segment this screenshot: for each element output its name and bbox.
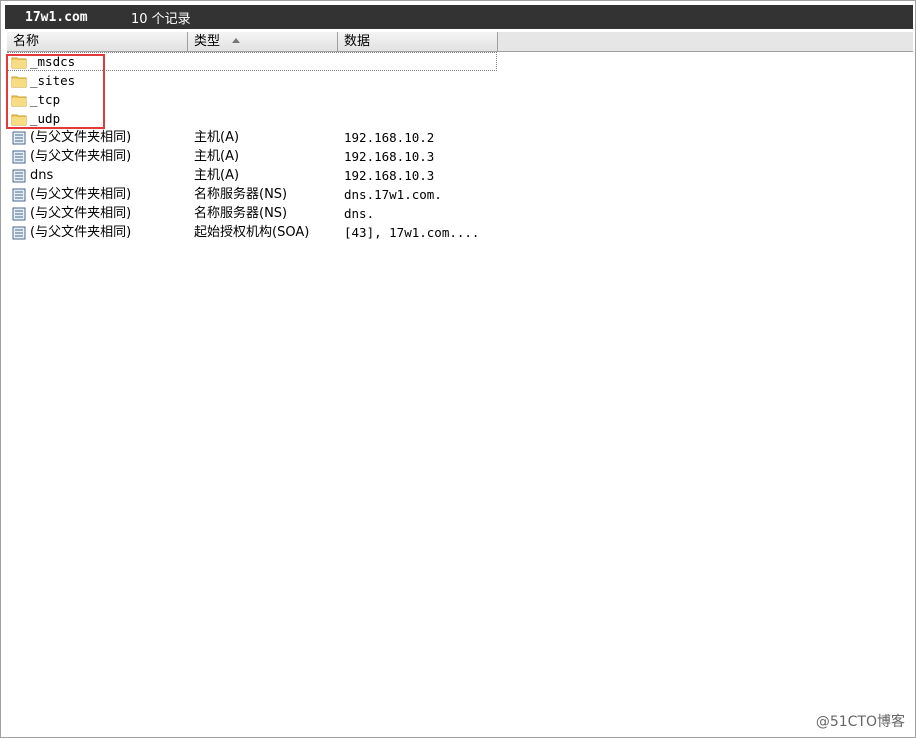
- column-header-name[interactable]: 名称: [7, 32, 188, 51]
- column-header-bar: 名称 类型 数据: [7, 32, 913, 52]
- record-data: 192.168.10.3: [344, 168, 435, 183]
- record-type: 主机(A): [194, 168, 240, 183]
- zone-name: 17w1.com: [25, 9, 88, 25]
- folder-icon: [11, 76, 27, 87]
- folder-name: _tcp: [30, 92, 61, 107]
- record-icon: [12, 169, 26, 182]
- column-header-name-label: 名称: [13, 34, 40, 49]
- list-item-record[interactable]: (与父文件夹相同) 名称服务器(NS) dns.: [7, 204, 913, 223]
- watermark: @51CTO博客: [815, 714, 905, 730]
- record-name: (与父文件夹相同): [30, 149, 132, 164]
- record-type: 名称服务器(NS): [194, 206, 288, 221]
- column-header-type-label: 类型: [194, 34, 221, 49]
- sort-ascending-icon: [232, 38, 241, 43]
- dns-zone-window: 17w1.com 10 个记录 名称 类型 数据 _msdcs _sites _…: [0, 0, 916, 738]
- record-type: 起始授权机构(SOA): [194, 225, 310, 240]
- record-type: 主机(A): [194, 149, 240, 164]
- record-icon: [12, 226, 26, 239]
- record-icon: [12, 131, 26, 144]
- list-item-folder[interactable]: _sites: [7, 71, 913, 90]
- column-header-type[interactable]: 类型: [188, 32, 338, 51]
- record-data: 192.168.10.2: [344, 130, 435, 145]
- column-header-data[interactable]: 数据: [338, 32, 498, 51]
- record-data: 192.168.10.3: [344, 149, 435, 164]
- list-item-record[interactable]: (与父文件夹相同) 主机(A) 192.168.10.2: [7, 128, 913, 147]
- record-icon: [12, 207, 26, 220]
- record-name: (与父文件夹相同): [30, 206, 132, 221]
- list-item-record[interactable]: (与父文件夹相同) 主机(A) 192.168.10.3: [7, 147, 913, 166]
- record-name: (与父文件夹相同): [30, 187, 132, 202]
- folder-icon: [11, 114, 27, 125]
- list-item-folder[interactable]: _tcp: [7, 90, 913, 109]
- record-name: (与父文件夹相同): [30, 225, 132, 240]
- record-type: 名称服务器(NS): [194, 187, 288, 202]
- column-header-data-label: 数据: [344, 34, 371, 49]
- folder-name: _msdcs: [30, 54, 76, 69]
- record-icon: [12, 188, 26, 201]
- zone-title-bar: 17w1.com 10 个记录: [5, 5, 913, 29]
- list-item-record[interactable]: (与父文件夹相同) 起始授权机构(SOA) [43], 17w1.com....: [7, 223, 913, 242]
- list-item-folder[interactable]: _udp: [7, 109, 913, 128]
- record-data: [43], 17w1.com....: [344, 225, 480, 240]
- folder-name: _udp: [30, 111, 61, 126]
- record-name: dns: [30, 168, 54, 183]
- record-data: dns.17w1.com.: [344, 187, 442, 202]
- list-item-record[interactable]: dns 主机(A) 192.168.10.3: [7, 166, 913, 185]
- record-data: dns.: [344, 206, 375, 221]
- record-name: (与父文件夹相同): [30, 130, 132, 145]
- folder-icon: [11, 95, 27, 106]
- list-item-record[interactable]: (与父文件夹相同) 名称服务器(NS) dns.17w1.com.: [7, 185, 913, 204]
- list-item-folder[interactable]: _msdcs: [7, 52, 497, 71]
- record-count: 10 个记录: [131, 11, 191, 27]
- record-type: 主机(A): [194, 130, 240, 145]
- folder-icon: [11, 57, 27, 68]
- record-list: _msdcs _sites _tcp _udp (与父文件夹相同) 主机(A) …: [7, 52, 913, 242]
- folder-name: _sites: [30, 73, 76, 88]
- record-icon: [12, 150, 26, 163]
